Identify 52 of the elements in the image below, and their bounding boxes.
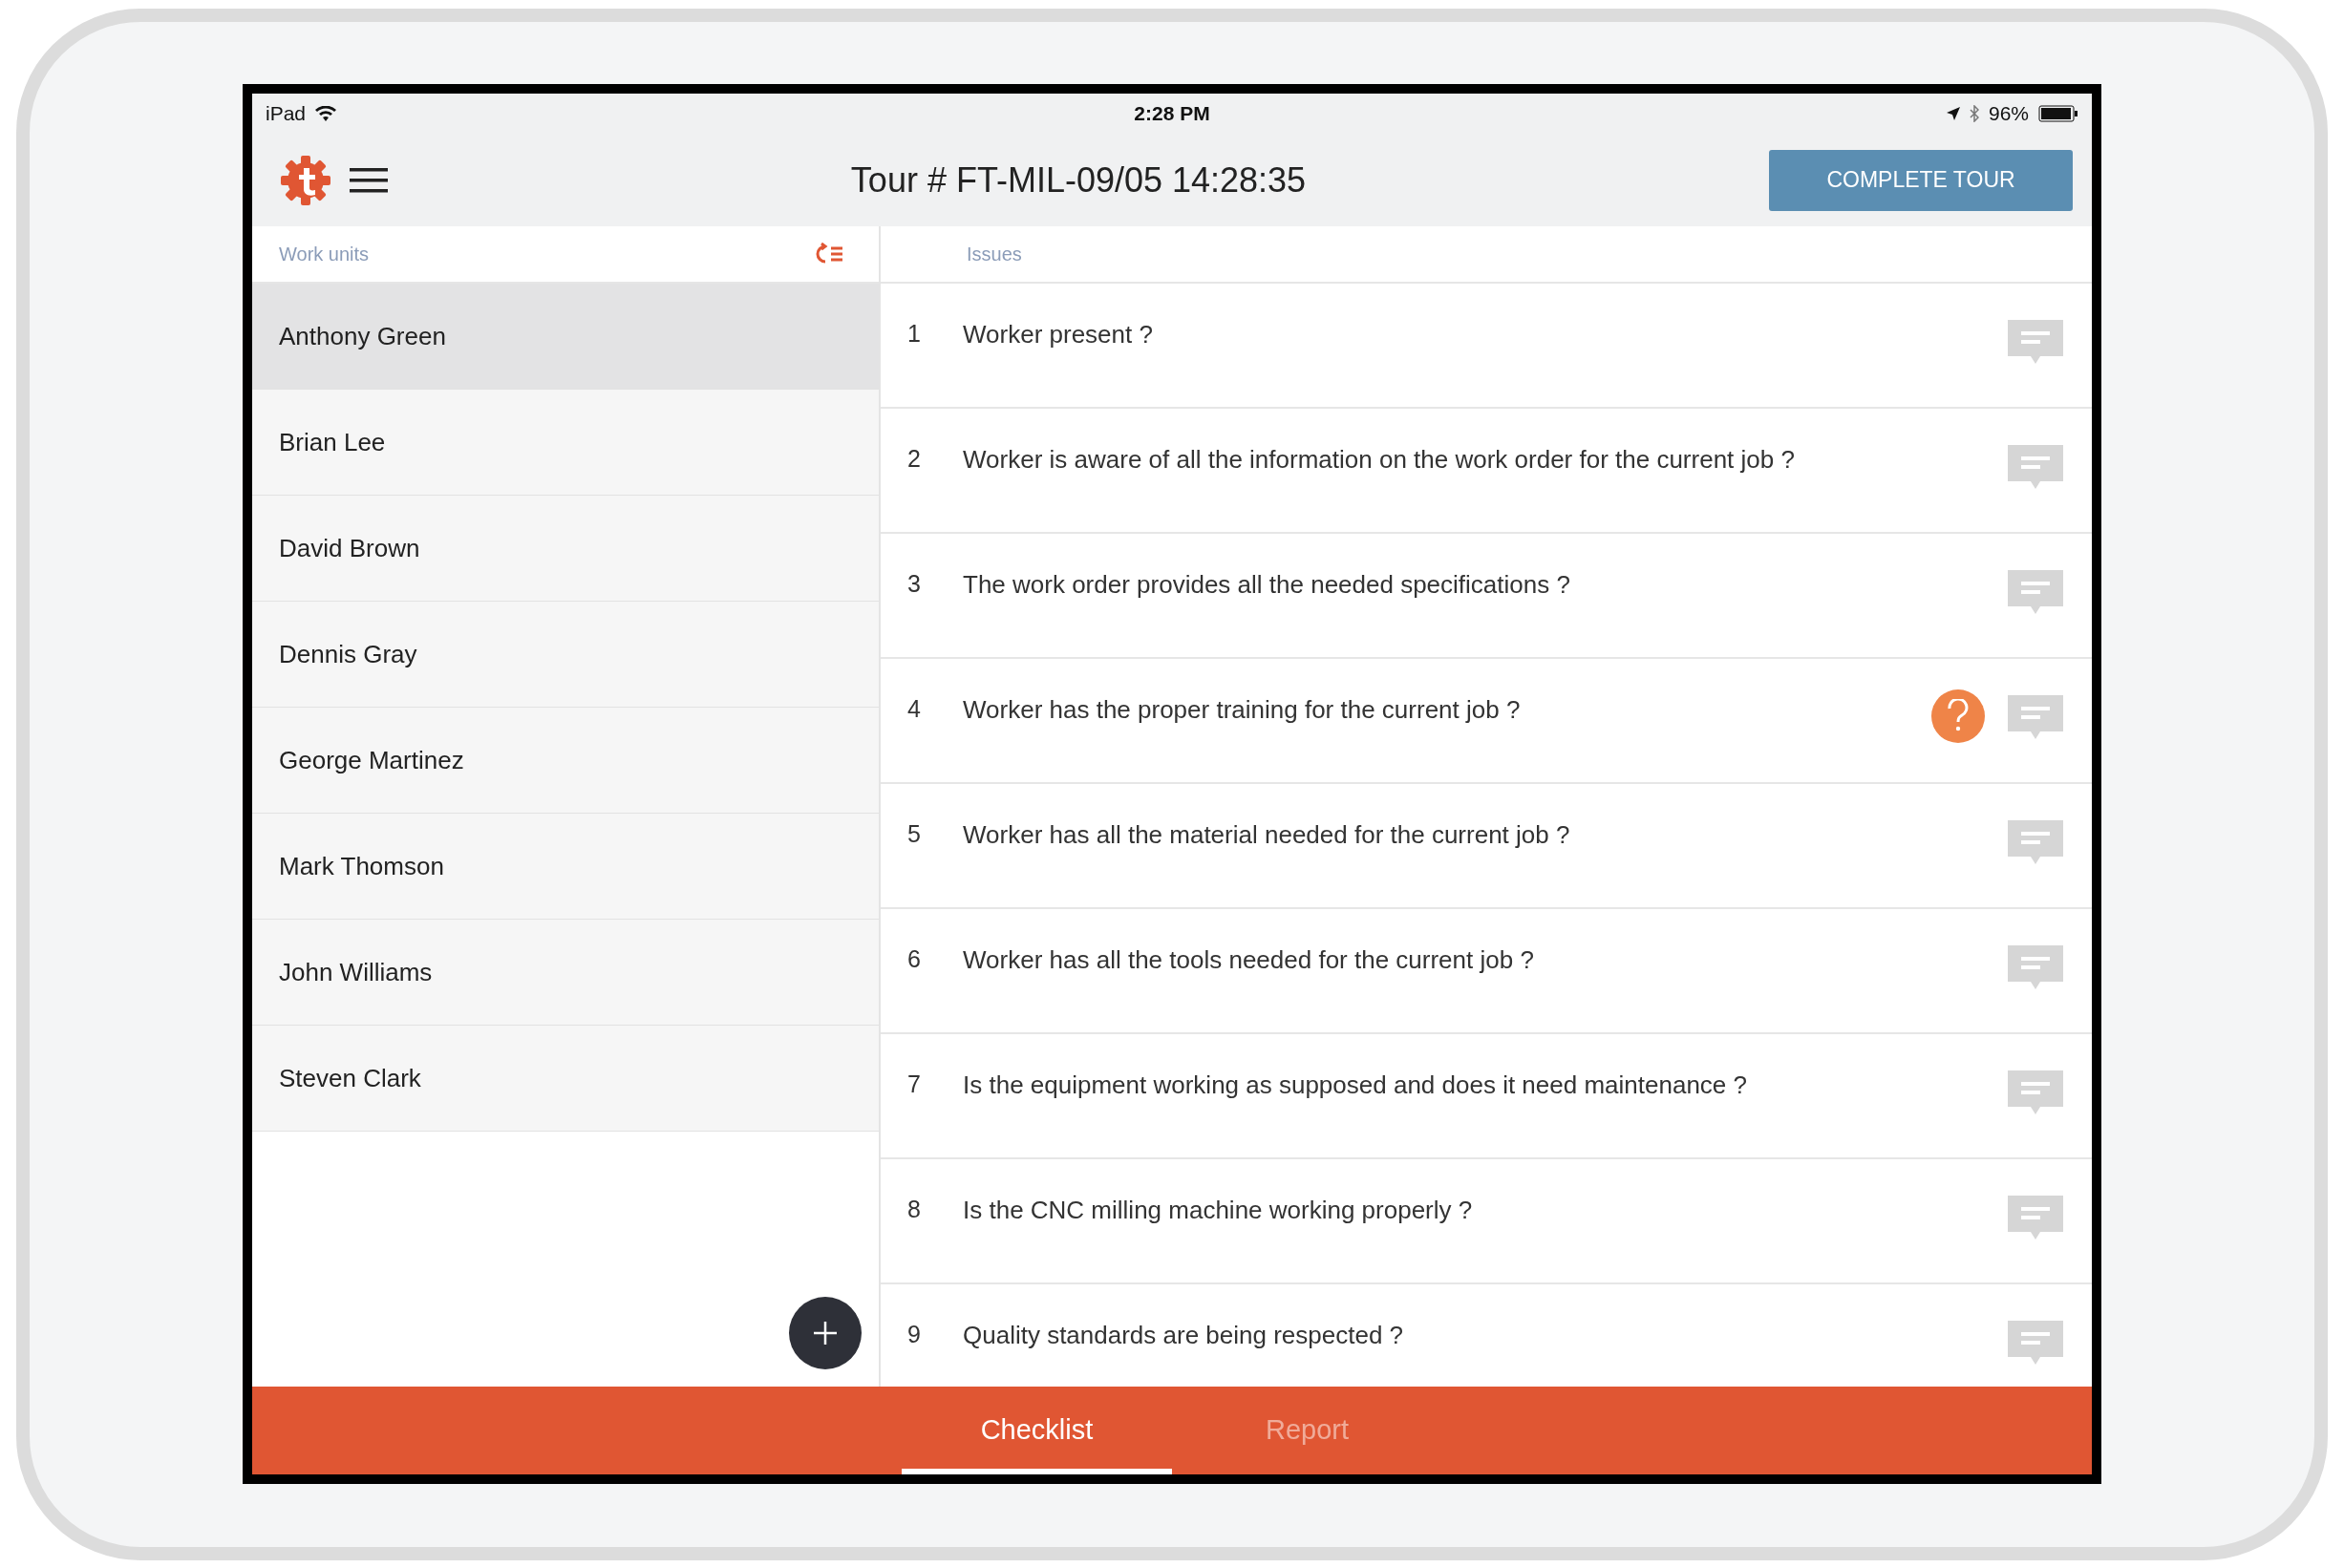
battery-icon [2038, 105, 2078, 122]
comment-icon[interactable] [2008, 1070, 2063, 1116]
wifi-icon [315, 106, 337, 121]
issue-number: 4 [907, 695, 922, 723]
work-unit-item[interactable]: David Brown [252, 496, 879, 602]
issue-text: Worker has all the material needed for the current job ? [963, 820, 1571, 850]
issue-text: Worker has the proper training for the current job ? [963, 695, 1522, 725]
issue-text: Is the CNC milling machine working properly ? [963, 1196, 1474, 1225]
issue-number: 6 [907, 945, 922, 973]
bottom-tab[interactable]: Checklist [902, 1387, 1172, 1474]
comment-icon[interactable] [2008, 570, 2063, 616]
issues-heading: Issues [967, 243, 1022, 265]
comment-icon[interactable] [2008, 1321, 2063, 1367]
plus-icon [812, 1320, 839, 1346]
work-unit-item[interactable]: John Williams [252, 920, 879, 1026]
issue-number: 1 [907, 320, 922, 348]
work-unit-item[interactable]: Brian Lee [252, 390, 879, 496]
issue-text: Quality standards are being respected ? [963, 1321, 1405, 1350]
comment-icon[interactable] [2008, 445, 2063, 491]
issue-text: The work order provides all the needed specifications ? [963, 570, 1571, 600]
comment-icon[interactable] [2008, 320, 2063, 366]
carrier-label: iPad [266, 102, 307, 125]
work-unit-item[interactable]: Steven Clark [252, 1026, 879, 1132]
issue-text: Worker present ? [963, 320, 1154, 350]
work-unit-item[interactable]: Mark Thomson [252, 814, 879, 920]
comment-icon[interactable] [2008, 820, 2063, 866]
issue-number: 3 [907, 570, 922, 598]
issue-text: Worker is aware of all the information on the work order for the current job ? [963, 445, 1796, 475]
gear-logo-icon [281, 155, 330, 205]
tour-title: Tour # FT-MIL-09/05 14:28:35 [849, 159, 1308, 201]
issue-number: 2 [907, 445, 922, 473]
clock: 2:28 PM [1134, 102, 1210, 125]
help-icon[interactable] [1931, 689, 1985, 743]
work-unit-item[interactable]: Anthony Green [252, 284, 879, 390]
comment-icon[interactable] [2008, 695, 2063, 741]
menu-icon[interactable] [350, 165, 388, 195]
complete-tour-button[interactable]: COMPLETE TOUR [1769, 149, 2073, 211]
comment-icon[interactable] [2008, 1196, 2063, 1241]
issue-text: Worker has all the tools needed for the current job ? [963, 945, 1535, 975]
issue-number: 7 [907, 1070, 922, 1098]
comment-icon[interactable] [2008, 945, 2063, 991]
work-units-heading: Work units [279, 243, 370, 265]
work-unit-item[interactable]: Dennis Gray [252, 602, 879, 708]
issue-number: 5 [907, 820, 922, 848]
location-icon [1946, 107, 1960, 120]
bluetooth-icon [1969, 105, 1979, 122]
issue-number: 9 [907, 1321, 922, 1348]
battery-percent: 96% [1988, 102, 2029, 125]
reorder-icon[interactable] [814, 243, 844, 265]
work-unit-item[interactable]: George Martinez [252, 708, 879, 814]
issue-number: 8 [907, 1196, 922, 1223]
issue-text: Is the equipment working as supposed and does it need maintenance ? [963, 1070, 1748, 1100]
